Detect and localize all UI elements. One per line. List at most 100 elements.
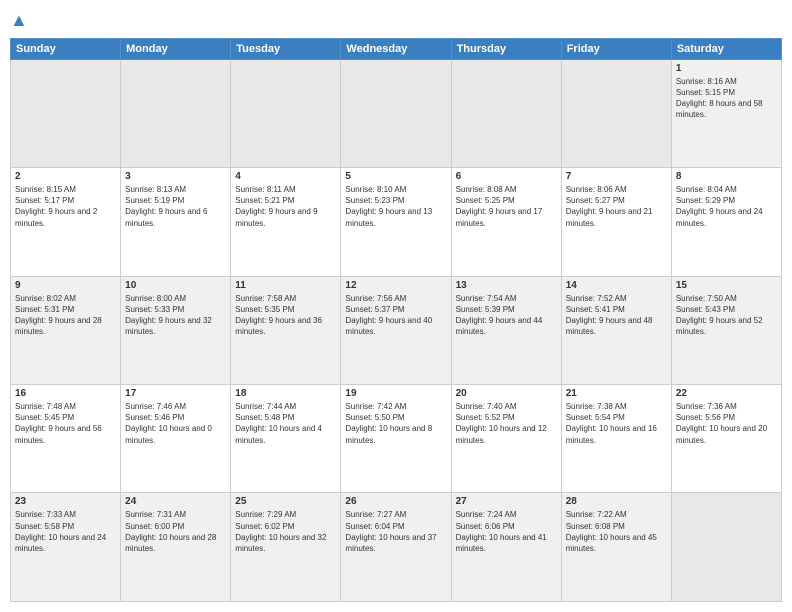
day-number: 3 bbox=[125, 171, 226, 182]
page: ▲ SundayMondayTuesdayWednesdayThursdayFr… bbox=[0, 0, 792, 612]
calendar-header-wednesday: Wednesday bbox=[341, 38, 451, 59]
calendar-day-15: 15 Sunrise: 7:50 AM Sunset: 5:43 PM Dayli… bbox=[671, 276, 781, 384]
day-number: 28 bbox=[566, 496, 667, 507]
logo-icon-shape: ▲ bbox=[10, 10, 28, 30]
day-number: 9 bbox=[15, 280, 116, 291]
day-number: 1 bbox=[676, 63, 777, 74]
day-number: 20 bbox=[456, 388, 557, 399]
day-number: 7 bbox=[566, 171, 667, 182]
day-number: 26 bbox=[345, 496, 446, 507]
calendar-day-empty bbox=[561, 59, 671, 167]
day-info: Sunrise: 8:11 AM Sunset: 5:21 PM Dayligh… bbox=[235, 184, 336, 229]
day-info: Sunrise: 8:15 AM Sunset: 5:17 PM Dayligh… bbox=[15, 184, 116, 229]
calendar-day-19: 19 Sunrise: 7:42 AM Sunset: 5:50 PM Dayli… bbox=[341, 385, 451, 493]
calendar-day-empty bbox=[341, 59, 451, 167]
calendar-day-21: 21Sunrise: 7:38 AM Sunset: 5:54 PM Dayli… bbox=[561, 385, 671, 493]
calendar-day-8: 8 Sunrise: 8:04 AM Sunset: 5:29 PM Daylig… bbox=[671, 168, 781, 276]
day-number: 14 bbox=[566, 280, 667, 291]
calendar-week-5: 23 Sunrise: 7:33 AM Sunset: 5:58 PM Dayli… bbox=[11, 493, 782, 602]
day-info: Sunrise: 7:46 AM Sunset: 5:46 PM Dayligh… bbox=[125, 401, 226, 446]
day-number: 16 bbox=[15, 388, 116, 399]
calendar-day-23: 23 Sunrise: 7:33 AM Sunset: 5:58 PM Dayli… bbox=[11, 493, 121, 602]
day-info: Sunrise: 7:48 AM Sunset: 5:45 PM Dayligh… bbox=[15, 401, 116, 446]
day-number: 18 bbox=[235, 388, 336, 399]
calendar-day-22: 22 Sunrise: 7:36 AM Sunset: 5:56 PM Dayli… bbox=[671, 385, 781, 493]
day-info: Sunrise: 7:24 AM Sunset: 6:06 PM Dayligh… bbox=[456, 509, 557, 554]
day-number: 15 bbox=[676, 280, 777, 291]
day-info: Sunrise: 8:16 AM Sunset: 5:15 PM Dayligh… bbox=[676, 76, 777, 121]
calendar-day-4: 4 Sunrise: 8:11 AM Sunset: 5:21 PM Daylig… bbox=[231, 168, 341, 276]
calendar-day-empty bbox=[121, 59, 231, 167]
day-number: 6 bbox=[456, 171, 557, 182]
calendar-header-tuesday: Tuesday bbox=[231, 38, 341, 59]
day-number: 2 bbox=[15, 171, 116, 182]
calendar-day-16: 16 Sunrise: 7:48 AM Sunset: 5:45 PM Dayli… bbox=[11, 385, 121, 493]
calendar-header-saturday: Saturday bbox=[671, 38, 781, 59]
calendar-day-6: 6 Sunrise: 8:08 AM Sunset: 5:25 PM Daylig… bbox=[451, 168, 561, 276]
day-info: Sunrise: 7:54 AM Sunset: 5:39 PM Dayligh… bbox=[456, 293, 557, 338]
calendar-header-row: SundayMondayTuesdayWednesdayThursdayFrid… bbox=[11, 38, 782, 59]
day-info: Sunrise: 7:27 AM Sunset: 6:04 PM Dayligh… bbox=[345, 509, 446, 554]
day-info: Sunrise: 8:08 AM Sunset: 5:25 PM Dayligh… bbox=[456, 184, 557, 229]
day-info: Sunrise: 7:29 AM Sunset: 6:02 PM Dayligh… bbox=[235, 509, 336, 554]
calendar-day-5: 5 Sunrise: 8:10 AM Sunset: 5:23 PM Daylig… bbox=[341, 168, 451, 276]
calendar-day-17: 17 Sunrise: 7:46 AM Sunset: 5:46 PM Dayli… bbox=[121, 385, 231, 493]
day-info: Sunrise: 8:06 AM Sunset: 5:27 PM Dayligh… bbox=[566, 184, 667, 229]
day-info: Sunrise: 8:13 AM Sunset: 5:19 PM Dayligh… bbox=[125, 184, 226, 229]
calendar-day-13: 13 Sunrise: 7:54 AM Sunset: 5:39 PM Dayli… bbox=[451, 276, 561, 384]
day-number: 27 bbox=[456, 496, 557, 507]
day-number: 4 bbox=[235, 171, 336, 182]
calendar-week-3: 9 Sunrise: 8:02 AM Sunset: 5:31 PM Daylig… bbox=[11, 276, 782, 384]
logo: ▲ bbox=[10, 10, 28, 32]
calendar-header-sunday: Sunday bbox=[11, 38, 121, 59]
day-info: Sunrise: 7:31 AM Sunset: 6:00 PM Dayligh… bbox=[125, 509, 226, 554]
calendar-day-12: 12 Sunrise: 7:56 AM Sunset: 5:37 PM Dayli… bbox=[341, 276, 451, 384]
day-number: 8 bbox=[676, 171, 777, 182]
calendar-day-11: 11 Sunrise: 7:58 AM Sunset: 5:35 PM Dayli… bbox=[231, 276, 341, 384]
day-info: Sunrise: 8:04 AM Sunset: 5:29 PM Dayligh… bbox=[676, 184, 777, 229]
logo-text: ▲ bbox=[10, 10, 28, 32]
calendar-day-2: 2 Sunrise: 8:15 AM Sunset: 5:17 PM Daylig… bbox=[11, 168, 121, 276]
calendar-day-9: 9 Sunrise: 8:02 AM Sunset: 5:31 PM Daylig… bbox=[11, 276, 121, 384]
calendar-day-empty bbox=[231, 59, 341, 167]
day-number: 21 bbox=[566, 388, 667, 399]
header: ▲ bbox=[10, 10, 782, 32]
calendar-day-empty bbox=[671, 493, 781, 602]
calendar-header-thursday: Thursday bbox=[451, 38, 561, 59]
day-number: 23 bbox=[15, 496, 116, 507]
calendar-day-24: 24 Sunrise: 7:31 AM Sunset: 6:00 PM Dayli… bbox=[121, 493, 231, 602]
day-number: 5 bbox=[345, 171, 446, 182]
calendar-day-27: 27 Sunrise: 7:24 AM Sunset: 6:06 PM Dayli… bbox=[451, 493, 561, 602]
calendar-week-1: 1 Sunrise: 8:16 AM Sunset: 5:15 PM Daylig… bbox=[11, 59, 782, 167]
day-info: Sunrise: 7:33 AM Sunset: 5:58 PM Dayligh… bbox=[15, 509, 116, 554]
calendar-day-10: 10Sunrise: 8:00 AM Sunset: 5:33 PM Dayli… bbox=[121, 276, 231, 384]
day-number: 11 bbox=[235, 280, 336, 291]
day-info: Sunrise: 7:36 AM Sunset: 5:56 PM Dayligh… bbox=[676, 401, 777, 446]
day-info: Sunrise: 8:10 AM Sunset: 5:23 PM Dayligh… bbox=[345, 184, 446, 229]
day-info: Sunrise: 7:50 AM Sunset: 5:43 PM Dayligh… bbox=[676, 293, 777, 338]
calendar-week-2: 2 Sunrise: 8:15 AM Sunset: 5:17 PM Daylig… bbox=[11, 168, 782, 276]
day-number: 10 bbox=[125, 280, 226, 291]
day-number: 25 bbox=[235, 496, 336, 507]
day-number: 17 bbox=[125, 388, 226, 399]
day-info: Sunrise: 7:58 AM Sunset: 5:35 PM Dayligh… bbox=[235, 293, 336, 338]
day-number: 22 bbox=[676, 388, 777, 399]
calendar-table: SundayMondayTuesdayWednesdayThursdayFrid… bbox=[10, 38, 782, 602]
day-number: 24 bbox=[125, 496, 226, 507]
day-info: Sunrise: 8:02 AM Sunset: 5:31 PM Dayligh… bbox=[15, 293, 116, 338]
day-info: Sunrise: 7:22 AM Sunset: 6:08 PM Dayligh… bbox=[566, 509, 667, 554]
day-info: Sunrise: 7:40 AM Sunset: 5:52 PM Dayligh… bbox=[456, 401, 557, 446]
calendar-day-empty bbox=[11, 59, 121, 167]
day-number: 13 bbox=[456, 280, 557, 291]
calendar-header-friday: Friday bbox=[561, 38, 671, 59]
calendar-week-4: 16 Sunrise: 7:48 AM Sunset: 5:45 PM Dayli… bbox=[11, 385, 782, 493]
day-number: 19 bbox=[345, 388, 446, 399]
day-info: Sunrise: 7:52 AM Sunset: 5:41 PM Dayligh… bbox=[566, 293, 667, 338]
calendar-day-14: 14 Sunrise: 7:52 AM Sunset: 5:41 PM Dayli… bbox=[561, 276, 671, 384]
calendar-day-7: 7 Sunrise: 8:06 AM Sunset: 5:27 PM Daylig… bbox=[561, 168, 671, 276]
day-info: Sunrise: 7:42 AM Sunset: 5:50 PM Dayligh… bbox=[345, 401, 446, 446]
day-info: Sunrise: 7:56 AM Sunset: 5:37 PM Dayligh… bbox=[345, 293, 446, 338]
calendar-day-25: 25 Sunrise: 7:29 AM Sunset: 6:02 PM Dayli… bbox=[231, 493, 341, 602]
day-number: 12 bbox=[345, 280, 446, 291]
calendar-day-empty bbox=[451, 59, 561, 167]
